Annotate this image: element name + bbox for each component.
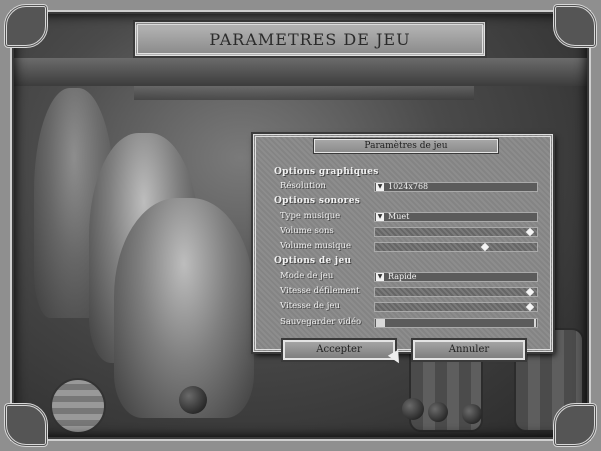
resolution-value: 1024x768 bbox=[388, 182, 429, 191]
slider-thumb[interactable] bbox=[480, 242, 490, 252]
game-mode-dropdown[interactable]: ▼ Rapide bbox=[374, 272, 538, 282]
section-graphics: Options graphiques bbox=[274, 167, 379, 177]
title-banner: PARAMETRES DE JEU bbox=[135, 22, 485, 56]
settings-dialog: Paramètres de jeu Options graphiques Rés… bbox=[253, 134, 553, 352]
toggle-end bbox=[534, 319, 536, 327]
corner-ornament-icon bbox=[553, 403, 597, 447]
game-speed-label: Vitesse de jeu bbox=[280, 301, 340, 311]
game-speed-slider[interactable] bbox=[374, 302, 538, 312]
volume-music-slider[interactable] bbox=[374, 242, 538, 252]
chevron-down-icon[interactable]: ▼ bbox=[376, 273, 384, 281]
section-game: Options de jeu bbox=[274, 256, 352, 266]
scroll-speed-slider[interactable] bbox=[374, 287, 538, 297]
page-title: PARAMETRES DE JEU bbox=[209, 29, 411, 49]
game-mode-value: Rapide bbox=[388, 272, 417, 281]
cancel-button[interactable]: Annuler bbox=[413, 340, 525, 360]
cannonball bbox=[179, 386, 207, 414]
globe bbox=[50, 378, 106, 434]
cannonball bbox=[402, 398, 424, 420]
corner-ornament-icon bbox=[553, 4, 597, 48]
game-settings-screen: PARAMETRES DE JEU Paramètres de jeu Opti… bbox=[0, 0, 601, 451]
music-type-value: Muet bbox=[388, 212, 410, 221]
ceiling-beam bbox=[14, 58, 587, 86]
game-mode-label: Mode de jeu bbox=[280, 271, 334, 281]
volume-sounds-slider[interactable] bbox=[374, 227, 538, 237]
pirate-figure-kneeling bbox=[114, 198, 254, 418]
music-type-label: Type musique bbox=[280, 211, 341, 221]
corner-ornament-icon bbox=[4, 4, 48, 48]
cannonball bbox=[428, 402, 448, 422]
music-type-dropdown[interactable]: ▼ Muet bbox=[374, 212, 538, 222]
dialog-title: Paramètres de jeu bbox=[314, 139, 498, 153]
save-video-label: Sauvegarder vidéo bbox=[280, 317, 362, 327]
chevron-down-icon[interactable]: ▼ bbox=[376, 183, 384, 191]
volume-sounds-label: Volume sons bbox=[280, 226, 334, 236]
section-sound: Options sonores bbox=[274, 196, 361, 206]
scroll-speed-label: Vitesse défilement bbox=[280, 286, 360, 296]
slider-thumb[interactable] bbox=[525, 302, 535, 312]
resolution-dropdown[interactable]: ▼ 1024x768 bbox=[374, 182, 538, 192]
cannonball bbox=[462, 404, 482, 424]
slider-thumb[interactable] bbox=[525, 227, 535, 237]
ceiling-beam bbox=[134, 86, 474, 100]
save-video-toggle[interactable] bbox=[374, 318, 538, 328]
volume-music-label: Volume musique bbox=[280, 241, 352, 251]
accept-button[interactable]: Accepter bbox=[283, 340, 395, 360]
chevron-down-icon[interactable]: ▼ bbox=[376, 213, 384, 221]
toggle-handle[interactable] bbox=[376, 319, 385, 327]
resolution-label: Résolution bbox=[280, 181, 326, 191]
slider-thumb[interactable] bbox=[525, 287, 535, 297]
corner-ornament-icon bbox=[4, 403, 48, 447]
